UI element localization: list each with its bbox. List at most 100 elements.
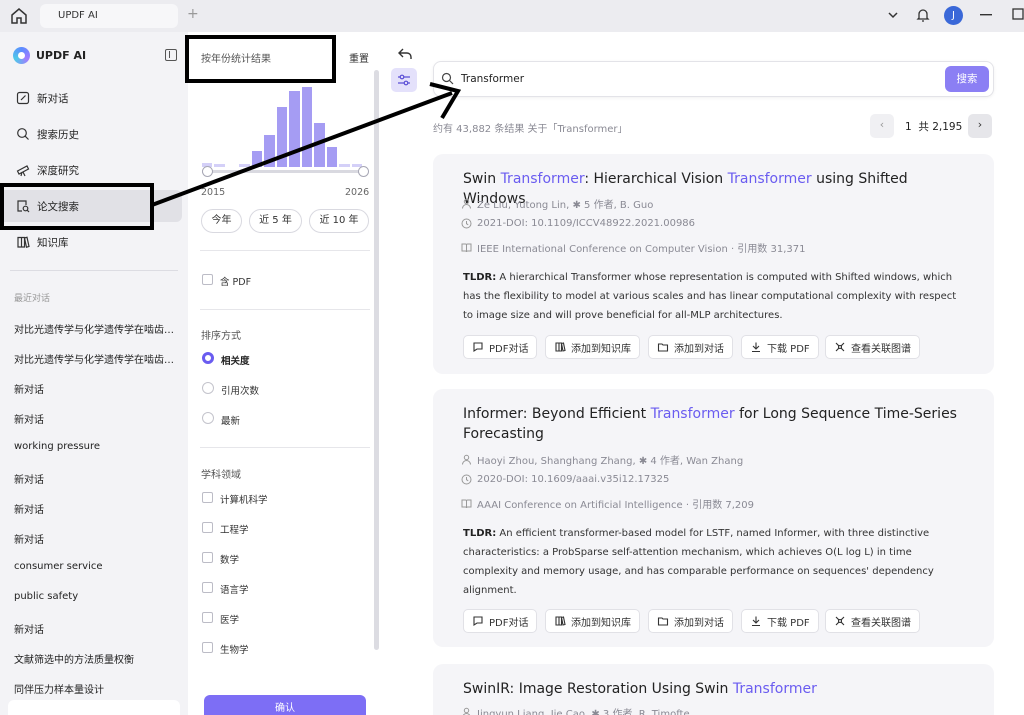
person-icon bbox=[462, 198, 471, 209]
histogram-bar bbox=[214, 163, 225, 167]
folder-icon bbox=[657, 617, 669, 626]
sidebar-item-new-chat[interactable]: 新对话 bbox=[0, 82, 182, 114]
sidebar-item-deep-research[interactable]: 深度研究 bbox=[0, 154, 182, 186]
sidebar-item-search-history[interactable]: 搜索历史 bbox=[0, 118, 182, 150]
chevron-down-icon[interactable] bbox=[886, 8, 900, 22]
download-icon bbox=[752, 342, 760, 353]
title-highlight: Transformer bbox=[732, 681, 817, 697]
year-slider-start-handle[interactable] bbox=[202, 166, 213, 177]
next-page-button[interactable]: › bbox=[968, 114, 992, 138]
home-icon[interactable] bbox=[10, 7, 28, 25]
maximize-icon[interactable] bbox=[1012, 8, 1024, 20]
history-item[interactable]: 对比光遗传学与化学遗传学在啮齿动物研究中的应用 bbox=[14, 351, 174, 366]
history-item[interactable]: 文献筛选中的方法质量权衡 bbox=[14, 651, 174, 666]
filter-scrollbar[interactable] bbox=[374, 70, 379, 650]
view-graph-button[interactable]: 查看关联图谱 bbox=[825, 609, 920, 633]
clock-icon bbox=[461, 474, 472, 485]
pdf-chat-button[interactable]: PDF对话 bbox=[463, 335, 538, 359]
recent-chats-title: 最近对话 bbox=[14, 294, 51, 304]
user-account-bar[interactable] bbox=[8, 700, 180, 715]
histogram-bar bbox=[326, 147, 338, 167]
search-button[interactable]: 搜索 bbox=[945, 66, 989, 92]
tldr-label: TLDR: bbox=[463, 272, 497, 283]
search-icon bbox=[17, 128, 29, 140]
chevron-left-icon: ‹ bbox=[879, 118, 885, 131]
person-icon bbox=[462, 454, 471, 465]
history-item[interactable]: working pressure bbox=[14, 441, 174, 452]
sidebar-item-label: 深度研究 bbox=[37, 164, 79, 177]
search-input[interactable]: Transformer bbox=[461, 73, 524, 85]
tab-updf-ai[interactable]: UPDF AI bbox=[40, 4, 178, 28]
brand-name: UPDF AI bbox=[36, 49, 87, 62]
history-item[interactable]: 新对话 bbox=[14, 471, 174, 486]
add-to-chat-button[interactable]: 添加到对话 bbox=[648, 335, 733, 359]
bell-icon[interactable] bbox=[916, 7, 930, 23]
range-10-years-button[interactable]: 近 10 年 bbox=[309, 209, 369, 233]
field-checkbox[interactable] bbox=[202, 552, 213, 563]
history-item[interactable]: public safety bbox=[14, 591, 174, 602]
sort-citations-radio[interactable] bbox=[202, 382, 214, 394]
divider bbox=[200, 447, 370, 448]
field-checkbox[interactable] bbox=[202, 642, 213, 653]
history-item[interactable]: 新对话 bbox=[14, 411, 174, 426]
authors-row: Jingyun Liang, Jie Cao, ✱ 3 作者, R. Timof… bbox=[461, 705, 690, 715]
back-arrow-icon[interactable] bbox=[398, 48, 412, 60]
authors: Jingyun Liang, Jie Cao, ✱ 3 作者, R. Timof… bbox=[477, 709, 690, 715]
book-open-icon bbox=[461, 243, 472, 253]
history-item[interactable]: 同伴压力样本量设计 bbox=[14, 681, 174, 696]
divider bbox=[200, 250, 370, 251]
avatar[interactable]: J bbox=[944, 6, 963, 25]
download-pdf-button[interactable]: 下载 PDF bbox=[741, 335, 819, 359]
year-histogram bbox=[202, 87, 362, 167]
history-item[interactable]: 新对话 bbox=[14, 531, 174, 546]
history-item[interactable]: 新对话 bbox=[14, 381, 174, 396]
field-label: 生物学 bbox=[220, 645, 249, 656]
add-to-kb-button[interactable]: 添加到知识库 bbox=[545, 609, 640, 633]
year-range-slider[interactable] bbox=[202, 170, 362, 173]
field-checkbox[interactable] bbox=[202, 612, 213, 623]
field-checkbox[interactable] bbox=[202, 492, 213, 503]
pagination-status: 1 共 2,195 bbox=[905, 119, 962, 134]
book-icon bbox=[17, 236, 30, 248]
field-label: 计算机科学 bbox=[220, 495, 268, 506]
add-to-kb-button[interactable]: 添加到知识库 bbox=[545, 335, 640, 359]
confirm-button[interactable]: 确认 bbox=[204, 695, 366, 715]
chevron-right-icon: › bbox=[977, 118, 983, 131]
field-checkbox[interactable] bbox=[202, 522, 213, 533]
sort-relevance-radio[interactable] bbox=[202, 352, 214, 364]
range-5-years-button[interactable]: 近 5 年 bbox=[249, 209, 302, 233]
doi: 2020-DOI: 10.1609/aaai.v35i12.17325 bbox=[477, 474, 670, 485]
sidebar-item-label: 知识库 bbox=[37, 236, 69, 249]
result-title[interactable]: Informer: Beyond Efficient Transformer f… bbox=[463, 404, 963, 444]
pdf-chat-button[interactable]: PDF对话 bbox=[463, 609, 538, 633]
history-item[interactable]: 对比光遗传学与化学遗传学在啮齿动物研究中的应用 bbox=[14, 321, 174, 336]
view-graph-button[interactable]: 查看关联图谱 bbox=[825, 335, 920, 359]
result-title[interactable]: SwinIR: Image Restoration Using Swin Tra… bbox=[463, 679, 963, 699]
download-pdf-button[interactable]: 下载 PDF bbox=[741, 609, 819, 633]
filter-toggle-button[interactable] bbox=[391, 68, 417, 92]
history-item[interactable]: consumer service bbox=[14, 561, 174, 572]
pdf-checkbox[interactable] bbox=[202, 274, 213, 285]
tldr: TLDR: An efficient transformer-based mod… bbox=[463, 524, 963, 600]
histogram-bar bbox=[251, 151, 263, 167]
sidebar-item-label: 搜索历史 bbox=[37, 128, 79, 141]
action-label: 添加到对话 bbox=[674, 343, 724, 355]
field-checkbox[interactable] bbox=[202, 582, 213, 593]
histogram-bar bbox=[276, 107, 288, 167]
sidebar-item-knowledge-base[interactable]: 知识库 bbox=[0, 226, 182, 258]
reset-button[interactable]: 重置 bbox=[349, 50, 369, 65]
avatar-initial: J bbox=[952, 10, 955, 21]
new-tab-icon[interactable]: + bbox=[187, 6, 199, 22]
range-this-year-button[interactable]: 今年 bbox=[201, 209, 242, 233]
prev-page-button[interactable]: ‹ bbox=[870, 114, 894, 138]
history-item[interactable]: 新对话 bbox=[14, 501, 174, 516]
collapse-sidebar-icon[interactable] bbox=[165, 49, 177, 61]
minimize-icon[interactable] bbox=[980, 14, 992, 16]
authors-row: Ze Liu, Yutong Lin, ✱ 5 作者, B. Guo bbox=[461, 196, 653, 211]
year-slider-end-handle[interactable] bbox=[358, 166, 369, 177]
add-to-chat-button[interactable]: 添加到对话 bbox=[648, 609, 733, 633]
field-label: 语言学 bbox=[220, 585, 249, 596]
history-item[interactable]: 新对话 bbox=[14, 621, 174, 636]
clock-icon bbox=[461, 218, 472, 229]
sort-newest-radio[interactable] bbox=[202, 412, 214, 424]
